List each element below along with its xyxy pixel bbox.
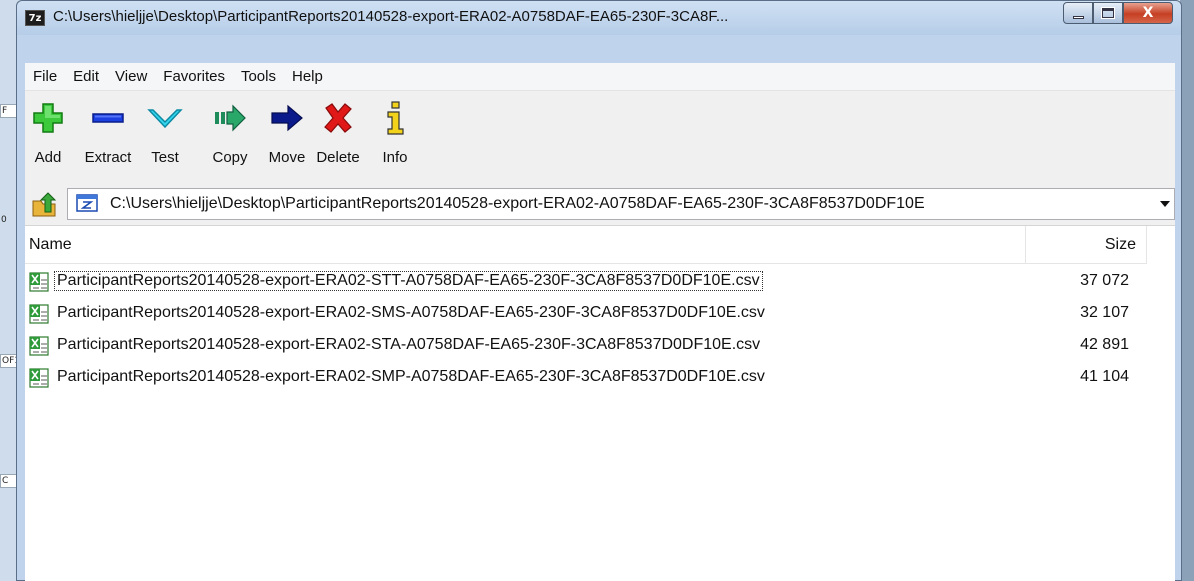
file-row[interactable]: ParticipantReports20140528-export-ERA02-… <box>25 266 1147 298</box>
delete-button[interactable]: Delete <box>309 100 367 178</box>
green-plus-icon <box>33 103 63 133</box>
info-button[interactable]: Info <box>366 100 424 178</box>
title-bar[interactable]: 7z C:\Users\hieljje\Desktop\ParticipantR… <box>17 1 1181 35</box>
address-bar: C:\Users\hieljje\Desktop\ParticipantRepo… <box>25 183 1175 225</box>
close-icon: X <box>1142 5 1154 21</box>
menu-file[interactable]: File <box>25 63 65 90</box>
delete-label: Delete <box>316 149 360 166</box>
window-title: C:\Users\hieljje\Desktop\ParticipantRepo… <box>53 8 729 25</box>
menu-help[interactable]: Help <box>284 63 331 90</box>
menu-tools[interactable]: Tools <box>233 63 284 90</box>
address-path: C:\Users\hieljje\Desktop\ParticipantRepo… <box>110 195 925 212</box>
test-label: Test <box>151 149 179 166</box>
client-area: File Edit View Favorites Tools Help Add <box>25 63 1175 581</box>
cyan-check-icon <box>147 109 183 129</box>
screen: F 0 OF1 C 7z C:\Users\hieljje\Desktop\Pa… <box>0 0 1194 581</box>
copy-button[interactable]: Copy <box>201 100 259 178</box>
folder-up-icon[interactable] <box>31 192 59 218</box>
menu-edit[interactable]: Edit <box>65 63 107 90</box>
menu-view[interactable]: View <box>107 63 155 90</box>
list-header: Name Size <box>25 226 1147 264</box>
background-window-right <box>1180 0 1194 581</box>
file-name: ParticipantReports20140528-export-ERA02-… <box>54 271 763 291</box>
excel-csv-icon <box>29 336 49 356</box>
close-button[interactable]: X <box>1123 2 1173 24</box>
menu-bar: File Edit View Favorites Tools Help <box>25 63 1175 91</box>
info-label: Info <box>382 149 408 166</box>
test-button[interactable]: Test <box>136 100 194 178</box>
maximize-button[interactable] <box>1093 2 1123 24</box>
file-name: ParticipantReports20140528-export-ERA02-… <box>57 336 761 353</box>
add-button[interactable]: Add <box>19 100 77 178</box>
extract-button[interactable]: Extract <box>79 100 137 178</box>
info-i-icon <box>387 101 404 135</box>
maximize-icon <box>1101 7 1115 19</box>
file-row[interactable]: ParticipantReports20140528-export-ERA02-… <box>25 298 1147 330</box>
green-arrow-icon <box>215 104 246 132</box>
excel-csv-icon <box>29 304 49 324</box>
file-size: 37 072 <box>1080 272 1129 289</box>
minimize-icon <box>1072 15 1084 19</box>
column-header-size-cell[interactable]: Size <box>1025 226 1147 264</box>
file-row[interactable]: ParticipantReports20140528-export-ERA02-… <box>25 330 1147 362</box>
toolbar: Add Extract Test Copy Move Delete Info <box>25 92 1175 184</box>
column-header-name[interactable]: Name <box>29 236 72 254</box>
address-combobox[interactable]: C:\Users\hieljje\Desktop\ParticipantRepo… <box>67 188 1175 220</box>
file-row[interactable]: ParticipantReports20140528-export-ERA02-… <box>25 362 1147 394</box>
menu-favorites[interactable]: Favorites <box>155 63 233 90</box>
archive-icon <box>76 194 98 212</box>
excel-csv-icon <box>29 368 49 388</box>
7zip-window: 7z C:\Users\hieljje\Desktop\ParticipantR… <box>16 0 1182 581</box>
move-label: Move <box>268 149 306 166</box>
red-x-icon <box>324 103 352 133</box>
copy-label: Copy <box>212 149 248 166</box>
add-label: Add <box>34 149 62 166</box>
file-size: 42 891 <box>1080 336 1129 353</box>
file-list: Name Size ParticipantReports20140528-exp… <box>25 225 1175 581</box>
extract-label: Extract <box>84 149 132 166</box>
7zip-icon[interactable]: 7z <box>25 10 45 26</box>
excel-csv-icon <box>29 272 49 292</box>
file-name: ParticipantReports20140528-export-ERA02-… <box>57 368 765 385</box>
file-size: 41 104 <box>1080 368 1129 385</box>
file-size: 32 107 <box>1080 304 1129 321</box>
minimize-button[interactable] <box>1063 2 1093 24</box>
move-button[interactable]: Move <box>258 100 316 178</box>
chevron-down-icon[interactable] <box>1160 201 1170 207</box>
column-header-size: Size <box>1104 236 1136 253</box>
file-name: ParticipantReports20140528-export-ERA02-… <box>57 304 765 321</box>
blue-minus-icon <box>92 113 124 123</box>
navy-arrow-icon <box>271 104 303 132</box>
caption-buttons: X <box>1063 2 1173 24</box>
